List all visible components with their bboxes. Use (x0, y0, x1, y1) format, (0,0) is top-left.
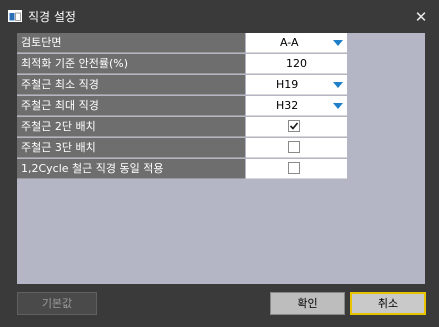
combo-value: H32 (276, 99, 299, 112)
three-layer-cell (246, 138, 347, 158)
dropdown-arrow-icon[interactable] (329, 34, 347, 52)
checkmark-icon (289, 122, 299, 130)
same-diameter-cell (246, 159, 347, 179)
max-diameter-combo[interactable]: H32 (246, 96, 347, 116)
combo-value: H19 (276, 78, 299, 91)
title-bar[interactable]: 직경 설정 ✕ (0, 0, 439, 33)
row-label: 검토단면 (17, 33, 245, 53)
ok-button[interactable]: 확인 (270, 292, 345, 315)
row-section: 검토단면 A-A (17, 33, 347, 53)
row-three-layer: 주철근 3단 배치 (17, 138, 347, 158)
row-label: 주철근 최대 직경 (17, 96, 245, 116)
row-safety-factor: 최적화 기준 안전률(%) 120 (17, 54, 347, 74)
cancel-button[interactable]: 취소 (350, 292, 426, 315)
section-combo[interactable]: A-A (246, 33, 347, 53)
close-icon[interactable]: ✕ (411, 7, 431, 27)
row-label: 주철근 3단 배치 (17, 138, 245, 158)
row-label: 최적화 기준 안전률(%) (17, 54, 245, 74)
dropdown-arrow-icon[interactable] (329, 76, 347, 94)
min-diameter-combo[interactable]: H19 (246, 75, 347, 95)
three-layer-checkbox[interactable] (288, 141, 300, 153)
row-label: 주철근 최소 직경 (17, 75, 245, 95)
row-max-diameter: 주철근 최대 직경 H32 (17, 96, 347, 116)
settings-dialog: 직경 설정 ✕ 검토단면 A-A 최적화 기준 안전률(%) 120 주철근 최… (0, 0, 439, 327)
window-icon (8, 10, 22, 22)
input-value: 120 (286, 57, 307, 70)
two-layer-cell (246, 117, 347, 137)
two-layer-checkbox[interactable] (288, 120, 300, 132)
same-diameter-checkbox[interactable] (288, 162, 300, 174)
row-label: 주철근 2단 배치 (17, 117, 245, 137)
combo-value: A-A (280, 36, 299, 49)
property-panel: 검토단면 A-A 최적화 기준 안전률(%) 120 주철근 최소 직경 H19 (17, 33, 425, 284)
safety-factor-input[interactable]: 120 (246, 54, 347, 74)
window-title: 직경 설정 (28, 10, 76, 24)
dropdown-arrow-icon[interactable] (329, 97, 347, 115)
row-label: 1,2Cycle 철근 직경 동일 적용 (17, 159, 245, 179)
row-min-diameter: 주철근 최소 직경 H19 (17, 75, 347, 95)
row-two-layer: 주철근 2단 배치 (17, 117, 347, 137)
row-same-diameter: 1,2Cycle 철근 직경 동일 적용 (17, 159, 347, 179)
default-button[interactable]: 기본값 (17, 292, 97, 315)
